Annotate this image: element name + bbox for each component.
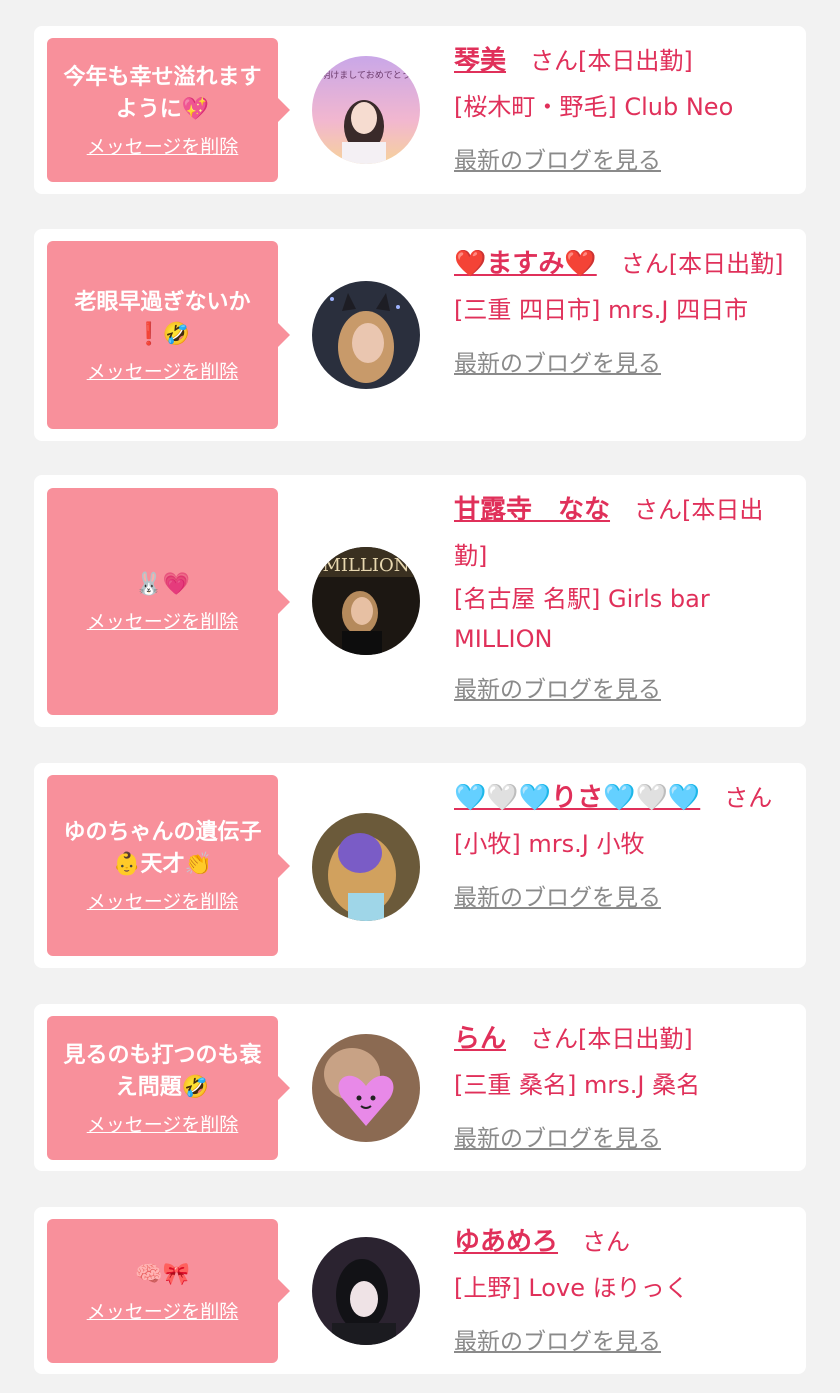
delete-message-link[interactable]: メッセージを削除: [87, 357, 239, 384]
cast-info: 🩵🤍🩵りさ🩵🤍🩵 さん [小牧] mrs.J 小牧 最新のブログを見る: [454, 775, 794, 921]
cast-info: ゆあめろ さん [上野] Love ほりっく 最新のブログを見る: [454, 1219, 794, 1365]
cast-name-link[interactable]: 琴美: [454, 46, 506, 76]
cast-status: さん: [582, 1228, 631, 1256]
latest-blog-link[interactable]: 最新のブログを見る: [454, 667, 661, 713]
cast-name-link[interactable]: ❤️ますみ❤️: [454, 249, 597, 279]
delete-message-link[interactable]: メッセージを削除: [87, 887, 239, 914]
cast-status: さん[本日出勤]: [620, 250, 784, 278]
message-text: 🧠🎀: [135, 1261, 190, 1287]
cast-info: 琴美 さん[本日出勤] [桜木町・野毛] Club Neo 最新のブログを見る: [454, 38, 794, 184]
message-bubble: 🐰💗 メッセージを削除: [47, 488, 278, 715]
delete-message-link[interactable]: メッセージを削除: [87, 1297, 239, 1324]
cast-status: さん: [724, 784, 773, 812]
delete-message-link[interactable]: メッセージを削除: [87, 607, 239, 634]
cast-status: さん[本日出勤]: [530, 1025, 693, 1053]
list-item: 見るのも打つのも衰え問題🤣 メッセージを削除 らん さん[本日出勤] [三重 桑名…: [34, 1004, 806, 1171]
cast-name-link[interactable]: 🩵🤍🩵りさ🩵🤍🩵: [454, 783, 700, 813]
avatar[interactable]: MILLION: [312, 547, 420, 655]
cast-shop: [名古屋 名駅] Girls bar MILLION: [454, 585, 710, 653]
avatar[interactable]: [312, 281, 420, 389]
avatar[interactable]: 明けましておめでとう: [312, 56, 420, 164]
latest-blog-link[interactable]: 最新のブログを見る: [454, 1116, 661, 1162]
message-text: 今年も幸せ溢れますように💖: [63, 64, 262, 122]
avatar-image: MILLION: [312, 547, 420, 655]
avatar[interactable]: [312, 1034, 420, 1142]
message-bubble: 🧠🎀 メッセージを削除: [47, 1219, 278, 1363]
latest-blog-link[interactable]: 最新のブログを見る: [454, 341, 661, 387]
list-item: 老眼早過ぎないか❗🤣 メッセージを削除 ❤️ますみ❤️ さん[本日出勤] [三重 …: [34, 229, 806, 441]
cast-name-link[interactable]: らん: [454, 1024, 506, 1054]
list-item: 🐰💗 メッセージを削除 MILLION 甘露寺 なな さん[本日出勤] [名古屋 …: [34, 475, 806, 727]
list-item: 今年も幸せ溢れますように💖 メッセージを削除 明けましておめでとう 琴美 さん[…: [34, 26, 806, 194]
message-bubble: 老眼早過ぎないか❗🤣 メッセージを削除: [47, 241, 278, 429]
svg-text:MILLION: MILLION: [322, 555, 409, 576]
message-bubble: 今年も幸せ溢れますように💖 メッセージを削除: [47, 38, 278, 182]
cast-status: さん[本日出勤]: [530, 47, 693, 75]
avatar-image: [312, 1034, 420, 1142]
message-bubble: ゆのちゃんの遺伝子👶天才👏 メッセージを削除: [47, 775, 278, 956]
avatar-image: [312, 813, 420, 921]
avatar-image: 明けましておめでとう: [312, 56, 420, 164]
message-text: ゆのちゃんの遺伝子👶天才👏: [63, 820, 262, 877]
svg-text:明けましておめでとう: 明けましておめでとう: [321, 70, 410, 81]
cast-info: ❤️ますみ❤️ さん[本日出勤] [三重 四日市] mrs.J 四日市 最新のブロ…: [454, 241, 794, 387]
avatar[interactable]: [312, 813, 420, 921]
avatar[interactable]: [312, 1237, 420, 1345]
latest-blog-link[interactable]: 最新のブログを見る: [454, 1319, 661, 1365]
message-text: 老眼早過ぎないか❗🤣: [74, 289, 251, 347]
cast-name-link[interactable]: 甘露寺 なな: [454, 495, 610, 525]
cast-shop: [三重 四日市] mrs.J 四日市: [454, 296, 749, 324]
cast-shop: [小牧] mrs.J 小牧: [454, 830, 645, 858]
cast-info: 甘露寺 なな さん[本日出勤] [名古屋 名駅] Girls bar MILLIO…: [454, 487, 794, 713]
list-item: 🧠🎀 メッセージを削除 ゆあめろ さん [上野] Love ほりっく 最新のブログ…: [34, 1207, 806, 1374]
cast-info: らん さん[本日出勤] [三重 桑名] mrs.J 桑名 最新のブログを見る: [454, 1016, 794, 1162]
list-item: ゆのちゃんの遺伝子👶天才👏 メッセージを削除 🩵🤍🩵りさ🩵🤍🩵 さん [小牧] m…: [34, 763, 806, 968]
message-text: 🐰💗: [135, 572, 190, 597]
cast-shop: [桜木町・野毛] Club Neo: [454, 93, 734, 121]
avatar-image: [312, 281, 420, 389]
delete-message-link[interactable]: メッセージを削除: [87, 1110, 239, 1137]
message-text: 見るのも打つのも衰え問題🤣: [63, 1042, 262, 1100]
cast-shop: [上野] Love ほりっく: [454, 1274, 689, 1302]
latest-blog-link[interactable]: 最新のブログを見る: [454, 138, 661, 184]
latest-blog-link[interactable]: 最新のブログを見る: [454, 875, 661, 921]
delete-message-link[interactable]: メッセージを削除: [87, 132, 239, 159]
message-list: 今年も幸せ溢れますように💖 メッセージを削除 明けましておめでとう 琴美 さん[…: [0, 0, 840, 1393]
avatar-image: [312, 1237, 420, 1345]
cast-shop: [三重 桑名] mrs.J 桑名: [454, 1071, 701, 1099]
cast-name-link[interactable]: ゆあめろ: [454, 1227, 558, 1257]
message-bubble: 見るのも打つのも衰え問題🤣 メッセージを削除: [47, 1016, 278, 1160]
